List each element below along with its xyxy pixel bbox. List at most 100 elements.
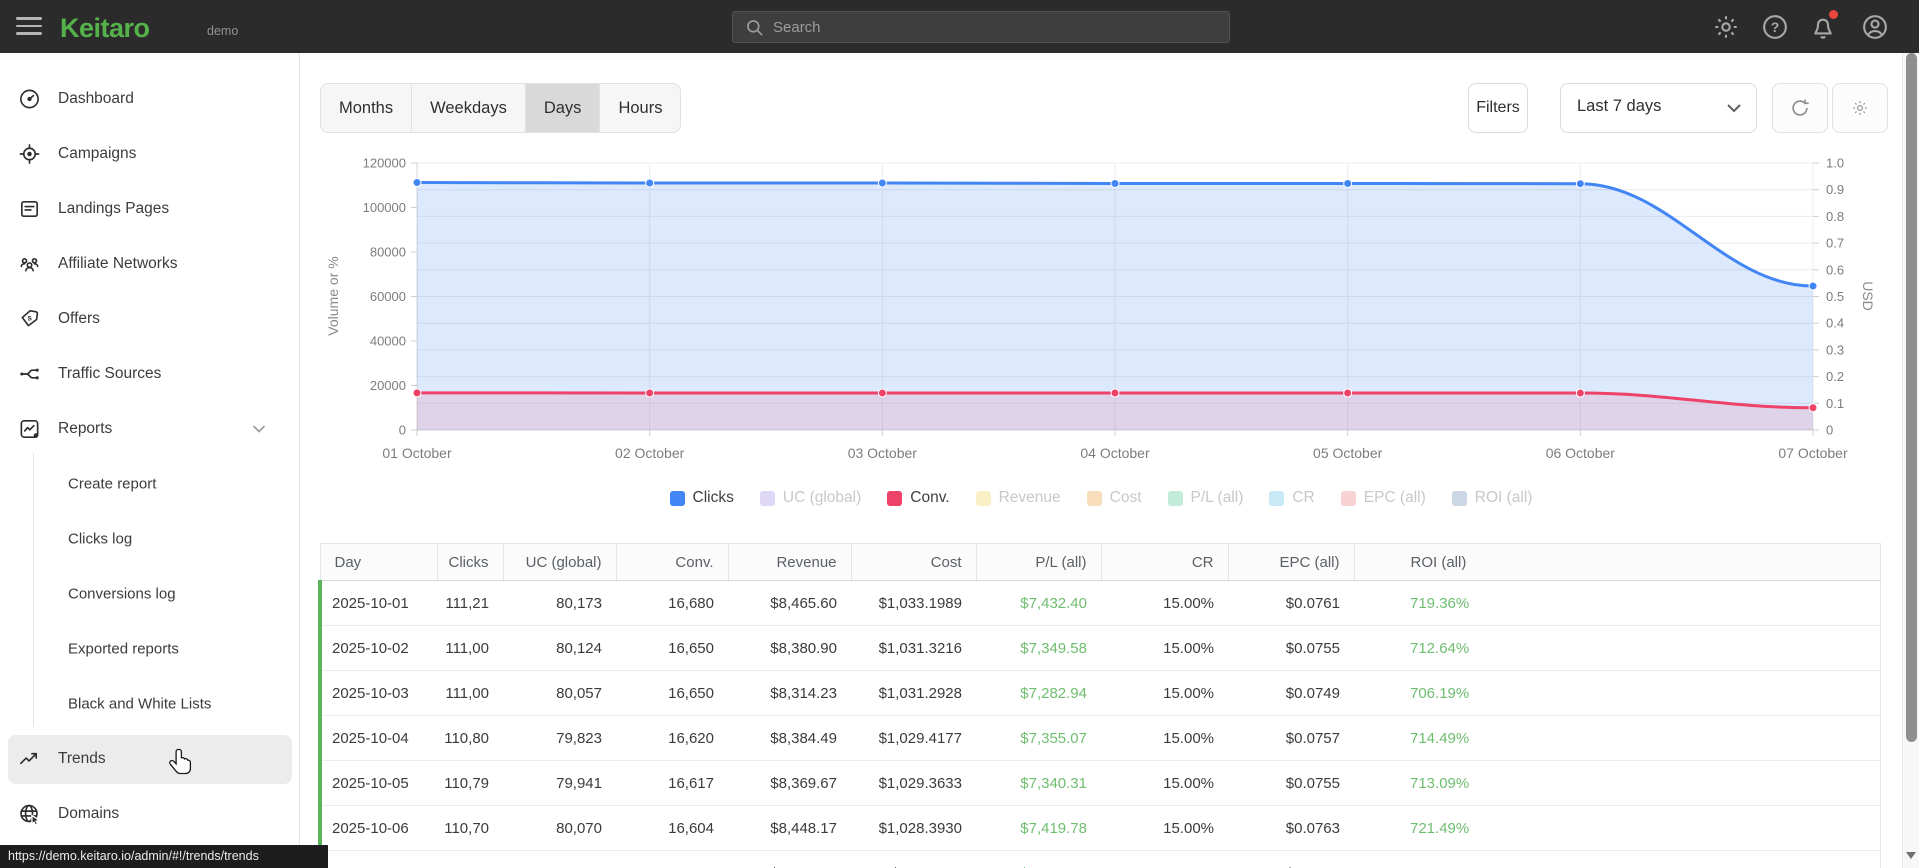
column-header-p-l-all-: P/L (all) [975,543,1102,581]
cell-cr: 15.00% [1101,850,1228,868]
table-header-row: Day Clicks UC (global) Conv. Revenue Cost P/L … [319,543,1881,581]
column-header-epc-all-: EPC (all) [1227,543,1355,581]
sidebar-item-create-report[interactable]: Create report [0,462,299,506]
sidebar-item-landings-pages[interactable]: Landings Pages [0,187,299,231]
cell-cost: $1,033.1989 [851,580,976,626]
scrollbar-down-arrow[interactable] [1906,852,1916,859]
cell-epc-all-: $0.0749 [1228,670,1354,716]
cell-uc-global-: 80,070 [503,805,616,851]
svg-text:s: s [27,314,32,323]
svg-text:0.3: 0.3 [1826,342,1844,357]
legend-item-clicks[interactable]: Clicks [669,489,734,507]
legend-item-cr[interactable]: CR [1269,489,1315,507]
help-icon[interactable]: ? [1761,13,1789,41]
sidebar-item-label: Clicks log [68,530,133,548]
sidebar-item-campaigns[interactable]: Campaigns [0,132,299,176]
legend-label: Conv. [910,489,950,506]
sidebar-item-dashboard[interactable]: Dashboard [0,77,299,121]
cell-revenue: $8,369.67 [728,760,851,806]
sidebar-item-conversions-log[interactable]: Conversions log [0,572,299,616]
cell-clicks: 64,49 [437,850,503,868]
scrollbar-thumb[interactable] [1906,53,1917,742]
sidebar-item-label: Create report [68,475,157,493]
cell-uc-global-: 80,124 [503,625,616,671]
cell-uc-global-: 80,173 [503,580,616,626]
sidebar: Dashboard Campaigns Landings Pages Affiliat… [0,53,300,868]
cell-conv-: 16,604 [616,805,728,851]
cell-cost: $1,029.4177 [851,715,976,761]
sidebar-item-label: Black and White Lists [68,695,212,713]
cell-conv-: 9,648 [616,850,728,868]
search-box[interactable] [732,11,1230,43]
filters-button[interactable]: Filters [1468,83,1528,133]
refresh-button[interactable] [1772,83,1828,133]
legend-label: CR [1292,489,1315,506]
legend-label: Revenue [998,489,1061,506]
sidebar-item-exported-reports[interactable]: Exported reports [0,627,299,671]
sidebar-item-traffic-sources[interactable]: Traffic Sources [0,352,299,396]
campaigns-icon [19,144,40,164]
legend-item-revenue[interactable]: Revenue [975,489,1061,507]
trends-table: Day Clicks UC (global) Conv. Revenue Cost P/L … [318,543,1881,868]
account-icon[interactable] [1861,13,1889,41]
svg-text:20000: 20000 [370,378,406,393]
legend-item-epc-all-[interactable]: EPC (all) [1340,489,1426,507]
column-header-cr: CR [1100,543,1229,581]
sidebar-item-domains[interactable]: Domains [0,792,299,836]
cell-cr: 15.00% [1101,625,1228,671]
settings-gear-icon[interactable] [1712,13,1740,41]
sidebar-item-affiliate-networks[interactable]: Affiliate Networks [0,242,299,286]
sidebar-item-offers[interactable]: s Offers [0,297,299,341]
tab-weekdays[interactable]: Weekdays [411,84,525,132]
legend-item-roi-all-[interactable]: ROI (all) [1451,489,1532,507]
cell-cr: 15.00% [1101,760,1228,806]
legend-item-cost[interactable]: Cost [1086,489,1142,507]
sidebar-item-label: Reports [58,420,113,437]
cell-roi-all-: 719.36% [1354,580,1881,626]
column-header-day: Day [319,543,438,581]
tab-hours[interactable]: Hours [599,84,680,132]
cell-day: 2025-10-02 [318,625,437,671]
cell-p-l-all-: $7,355.07 [976,715,1101,761]
vertical-scrollbar[interactable] [1902,53,1919,868]
cell-roi-all-: 714.49% [1354,715,1881,761]
legend-item-conv-[interactable]: Conv. [887,489,950,507]
svg-text:04 October: 04 October [1080,445,1150,461]
cell-p-l-all-: $7,432.40 [976,580,1101,626]
cell-day: 2025-10-01 [318,580,437,626]
search-input[interactable] [773,12,1223,42]
svg-text:0.4: 0.4 [1826,316,1844,331]
sidebar-item-clicks-log[interactable]: Clicks log [0,517,299,561]
svg-text:0.9: 0.9 [1826,182,1844,197]
cell-clicks: 111,00 [437,670,503,716]
hamburger-menu-icon[interactable] [16,17,42,36]
sidebar-item-label: Offers [58,310,100,327]
cell-roi-all-: 712.64% [1354,625,1881,671]
svg-text:0.7: 0.7 [1826,236,1844,251]
chart-settings-button[interactable] [1832,83,1888,133]
chevron-down-icon [252,425,266,433]
sidebar-item-trends[interactable]: Trends [0,737,299,781]
cell-cr: 15.00% [1101,805,1228,851]
refresh-icon [1792,99,1809,116]
cell-clicks: 110,70 [437,805,503,851]
date-range-select[interactable]: Last 7 days [1560,83,1757,133]
sidebar-item-label: Landings Pages [58,200,170,217]
cell-conv-: 16,617 [616,760,728,806]
column-header-roi-all-: ROI (all) [1353,543,1881,581]
legend-item-p-l-all-[interactable]: P/L (all) [1167,489,1243,507]
cell-p-l-all-: $7,419.78 [976,805,1101,851]
cell-day: 2025-10-04 [318,715,437,761]
cell-uc-global-: 79,823 [503,715,616,761]
column-header-conv-: Conv. [615,543,729,581]
affiliate-icon [20,258,39,272]
tab-months[interactable]: Months [321,84,411,132]
sidebar-item-black-and-white-lists[interactable]: Black and White Lists [0,682,299,726]
sidebar-item-reports[interactable]: Reports [0,407,299,451]
tab-days[interactable]: Days [524,84,600,132]
cell-conv-: 16,650 [616,625,728,671]
legend-label: UC (global) [782,489,862,506]
cell-cost: $1,028.3930 [851,805,976,851]
cell-clicks: 111,00 [437,625,503,671]
legend-item-uc-global-[interactable]: UC (global) [759,489,862,507]
